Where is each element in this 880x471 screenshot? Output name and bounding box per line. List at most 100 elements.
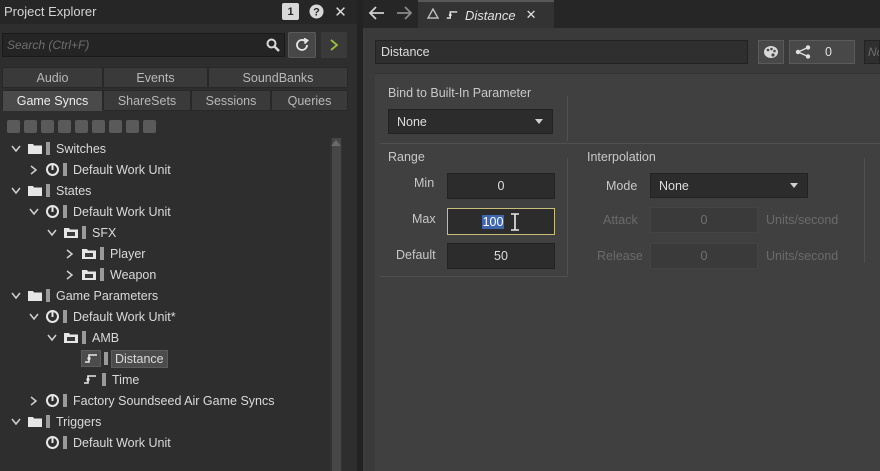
filter-trigger-icon[interactable]	[143, 119, 156, 133]
notes-field[interactable]: Notes	[864, 40, 880, 64]
chevron-down-icon[interactable]	[10, 143, 22, 155]
work-unit-icon	[46, 436, 59, 449]
release-unit: Units/second	[766, 249, 839, 263]
tree-item-switches[interactable]: Switches	[0, 138, 330, 159]
tab-game-syncs[interactable]: Game Syncs	[2, 90, 103, 111]
bind-label: Bind to Built-In Parameter	[388, 86, 532, 100]
chevron-down-icon	[790, 183, 798, 188]
chevron-down-icon[interactable]	[46, 227, 58, 239]
chevron-down-icon[interactable]	[28, 206, 40, 218]
tree-item-label: Player	[110, 246, 146, 261]
bind-dropdown[interactable]: None	[388, 109, 553, 134]
forward-arrow-icon[interactable]	[395, 5, 413, 21]
chevron-right-icon[interactable]	[28, 164, 40, 176]
game-parameter-icon	[82, 373, 98, 386]
state-group-icon	[82, 269, 96, 280]
chevron-down-icon[interactable]	[10, 416, 22, 428]
tree-item-factory-soundseed-air[interactable]: Factory Soundseed Air Game Syncs	[0, 390, 330, 411]
filter-switch-icon[interactable]	[75, 119, 88, 133]
tree-item-player[interactable]: Player	[0, 243, 330, 264]
attack-unit: Units/second	[766, 213, 839, 227]
folder-icon	[28, 143, 42, 154]
mode-dropdown[interactable]: None	[650, 173, 808, 198]
share-icon	[795, 45, 811, 59]
range-label: Range	[388, 150, 425, 164]
filter-state-group-icon[interactable]	[92, 119, 105, 133]
tree-item-weapon[interactable]: Weapon	[0, 264, 330, 285]
game-parameter-icon	[445, 9, 459, 21]
back-arrow-icon[interactable]	[368, 5, 386, 21]
work-unit-icon	[46, 163, 59, 176]
tree-scrollbar-thumb[interactable]	[332, 138, 341, 471]
chevron-right-icon[interactable]	[64, 269, 76, 281]
chevron-right-icon[interactable]	[28, 395, 40, 407]
tree-item-game-parameters[interactable]: Game Parameters	[0, 285, 330, 306]
palette-icon	[764, 46, 778, 58]
default-field[interactable]: 50	[447, 243, 555, 269]
refresh-button[interactable]	[288, 32, 316, 58]
panel-title: Project Explorer	[4, 4, 97, 19]
tree-item-time[interactable]: Time	[0, 369, 330, 390]
panel-splitter[interactable]	[357, 0, 363, 471]
tree-item-amb[interactable]: AMB	[0, 327, 330, 348]
chevron-down-icon[interactable]	[28, 311, 40, 323]
tab-sharesets[interactable]: ShareSets	[103, 90, 191, 111]
tab-queries[interactable]: Queries	[271, 90, 348, 111]
filter-state-icon[interactable]	[109, 119, 122, 133]
tree-item-label: Default Work Unit*	[73, 309, 176, 324]
references-button[interactable]: 0	[789, 40, 855, 64]
filter-switch-group-icon[interactable]	[58, 119, 71, 133]
project-explorer-title-bar: Project Explorer	[0, 0, 357, 24]
mode-label: Mode	[606, 179, 638, 193]
tree-item-distance[interactable]: Distance	[0, 348, 330, 369]
object-name-field[interactable]: Distance	[375, 40, 748, 64]
tree-item-triggers-default-work-unit[interactable]: Default Work Unit	[0, 432, 330, 453]
chevron-down-icon[interactable]	[10, 290, 22, 302]
tree-item-sfx[interactable]: SFX	[0, 222, 330, 243]
tree-item-states-default-work-unit[interactable]: Default Work Unit	[0, 201, 330, 222]
scroll-up-icon[interactable]	[331, 140, 341, 146]
close-icon[interactable]: ✕	[526, 7, 537, 23]
chevron-right-icon	[330, 39, 339, 51]
filter-folder-icon[interactable]	[24, 119, 37, 133]
chevron-right-icon[interactable]	[64, 248, 76, 260]
tab-soundbanks[interactable]: SoundBanks	[208, 67, 348, 88]
tree-item-label: SFX	[92, 225, 117, 240]
default-label: Default	[396, 248, 436, 262]
references-count: 0	[825, 45, 832, 59]
tree-item-game-parameters-default-work-unit[interactable]: Default Work Unit*	[0, 306, 330, 327]
tab-distance[interactable]: Distance ✕	[418, 0, 554, 28]
folder-icon	[28, 185, 42, 196]
max-value-selected: 100	[481, 214, 505, 229]
search-next-button[interactable]	[321, 32, 347, 58]
tree-item-switches-default-work-unit[interactable]: Default Work Unit	[0, 159, 330, 180]
filter-toolbar	[2, 116, 348, 136]
instance-badge[interactable]: 1	[282, 3, 299, 20]
tab-audio[interactable]: Audio	[2, 67, 103, 88]
tab-events[interactable]: Events	[103, 67, 208, 88]
release-label: Release	[597, 249, 643, 263]
tab-sessions[interactable]: Sessions	[191, 90, 271, 111]
search-input[interactable]: Search (Ctrl+F)	[2, 33, 285, 57]
min-label: Min	[414, 176, 435, 190]
color-palette-button[interactable]	[758, 40, 784, 64]
tree-item-label: Default Work Unit	[73, 204, 171, 219]
tree-item-label: Factory Soundseed Air Game Syncs	[73, 393, 275, 408]
max-field[interactable]: 100	[447, 208, 555, 235]
chevron-down-icon[interactable]	[46, 332, 58, 344]
min-field[interactable]: 0	[447, 173, 555, 199]
folder-icon	[28, 290, 42, 301]
help-icon[interactable]: ?	[308, 3, 325, 20]
tree-item-triggers[interactable]: Triggers	[0, 411, 330, 432]
filter-game-parameter-icon[interactable]	[126, 119, 139, 133]
search-icon[interactable]	[266, 38, 280, 52]
work-unit-icon	[46, 205, 59, 218]
release-field: 0	[650, 243, 758, 269]
tab-label: Distance	[465, 7, 516, 23]
chevron-down-icon[interactable]	[10, 185, 22, 197]
filter-virtual-folder-icon[interactable]	[41, 119, 54, 133]
attack-label: Attack	[603, 213, 638, 227]
close-panel-button[interactable]: ✕	[332, 3, 349, 21]
tree-item-states[interactable]: States	[0, 180, 330, 201]
filter-work-unit-icon[interactable]	[7, 119, 20, 133]
